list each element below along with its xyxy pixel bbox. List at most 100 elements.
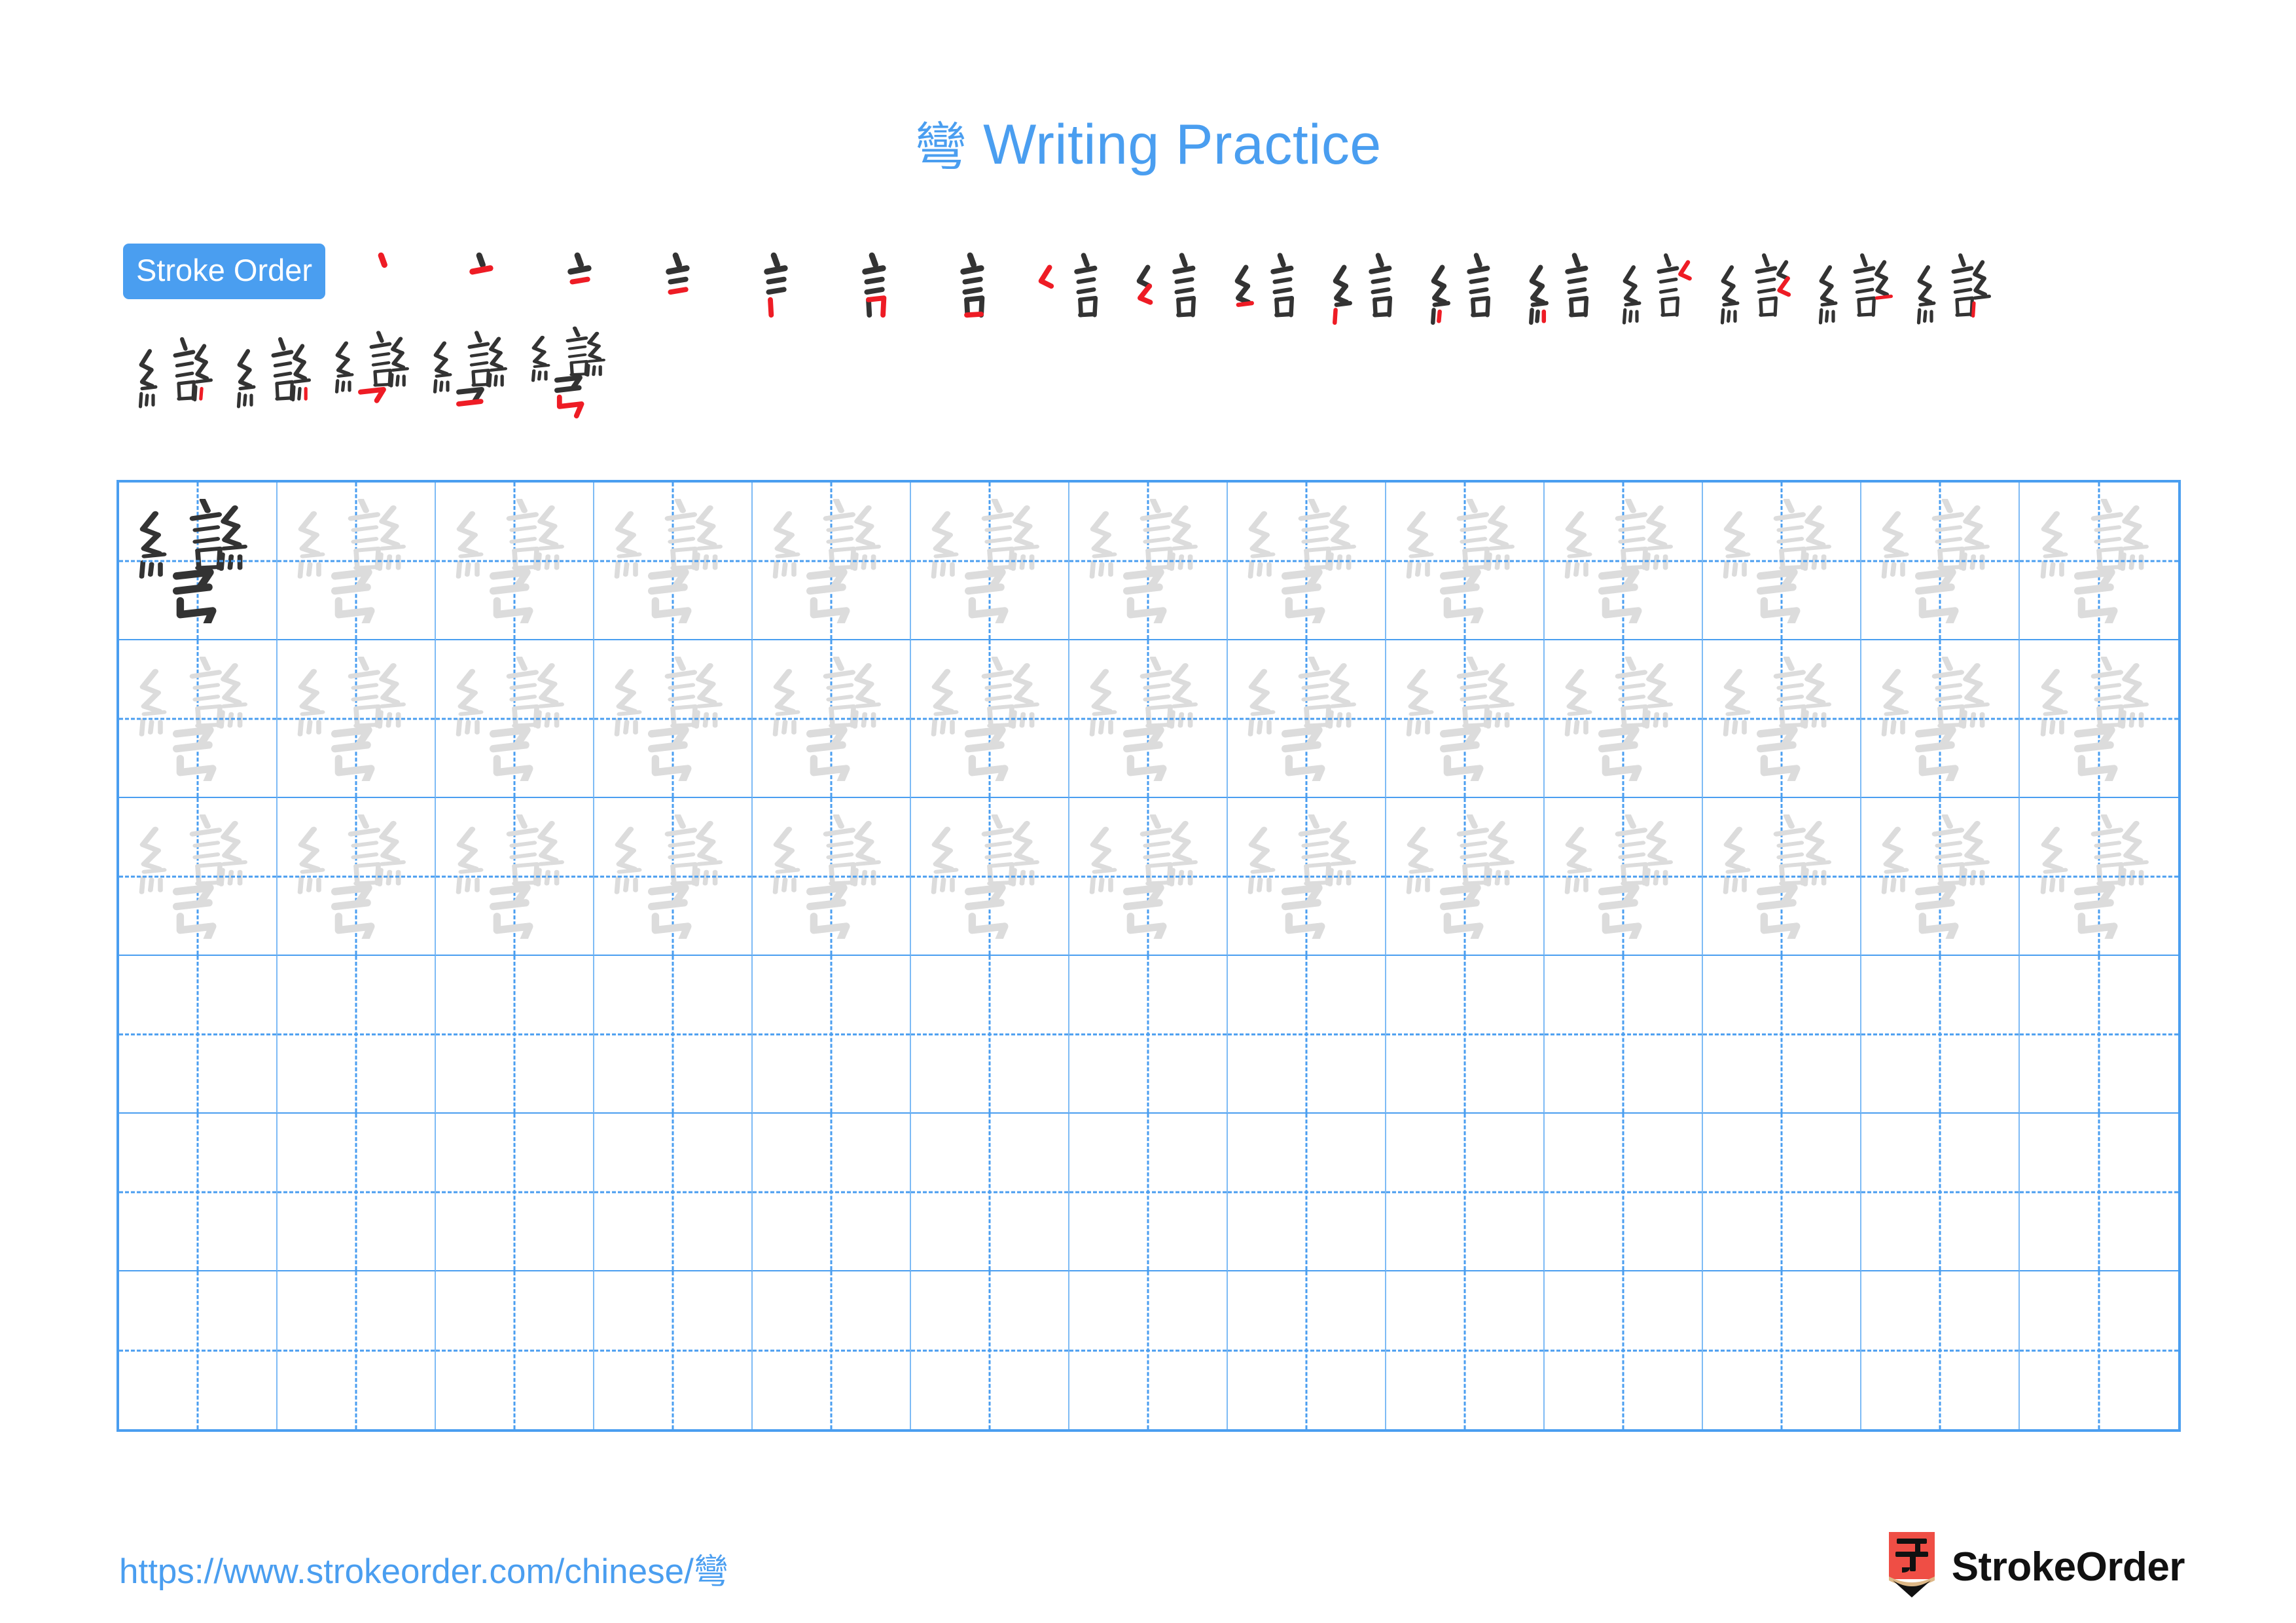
practice-cell-r4-c12[interactable] — [1861, 956, 2020, 1114]
practice-cell-r4-c5[interactable] — [753, 956, 911, 1114]
practice-cell-r1-c12[interactable] — [1861, 483, 2020, 640]
practice-cell-r2-c5[interactable] — [753, 640, 911, 798]
practice-cell-r3-c5[interactable] — [753, 798, 911, 956]
source-url-prefix: https://www.strokeorder.com/chinese/ — [119, 1552, 694, 1591]
practice-cell-r3-c8[interactable] — [1228, 798, 1386, 956]
practice-cell-r3-c2[interactable] — [278, 798, 436, 956]
practice-cell-r1-c13[interactable] — [2020, 483, 2178, 640]
stroke-order-badge: Stroke Order — [123, 244, 326, 299]
practice-cell-r2-c3[interactable] — [436, 640, 594, 798]
practice-cell-r1-c10[interactable] — [1545, 483, 1703, 640]
trace-character — [119, 640, 276, 797]
practice-cell-r1-c6[interactable] — [911, 483, 1069, 640]
practice-cell-r2-c13[interactable] — [2020, 640, 2178, 798]
practice-cell-r6-c8[interactable] — [1228, 1271, 1386, 1429]
practice-cell-r2-c12[interactable] — [1861, 640, 2020, 798]
practice-cell-r4-c6[interactable] — [911, 956, 1069, 1114]
practice-cell-r2-c7[interactable] — [1069, 640, 1228, 798]
worksheet-page: 彎 Writing Practice Stroke Order https://… — [0, 0, 2296, 1623]
practice-cell-r1-c2[interactable] — [278, 483, 436, 640]
practice-cell-r1-c11[interactable] — [1703, 483, 1861, 640]
practice-cell-r2-c1[interactable] — [119, 640, 278, 798]
practice-cell-r5-c13[interactable] — [2020, 1114, 2178, 1271]
practice-cell-r1-c7[interactable] — [1069, 483, 1228, 640]
practice-cell-r6-c10[interactable] — [1545, 1271, 1703, 1429]
practice-cell-r6-c4[interactable] — [594, 1271, 753, 1429]
practice-cell-r4-c8[interactable] — [1228, 956, 1386, 1114]
trace-character — [1069, 483, 1227, 639]
practice-cell-r1-c3[interactable] — [436, 483, 594, 640]
practice-cell-r3-c11[interactable] — [1703, 798, 1861, 956]
practice-cell-r3-c10[interactable] — [1545, 798, 1703, 956]
practice-cell-r3-c3[interactable] — [436, 798, 594, 956]
practice-cell-r4-c4[interactable] — [594, 956, 753, 1114]
stroke-step-8 — [1024, 244, 1122, 329]
practice-cell-r6-c9[interactable] — [1386, 1271, 1545, 1429]
source-url-character: 彎 — [693, 1552, 728, 1592]
practice-cell-r5-c11[interactable] — [1703, 1114, 1861, 1271]
practice-cell-r3-c6[interactable] — [911, 798, 1069, 956]
practice-cell-r1-c4[interactable] — [594, 483, 753, 640]
stroke-step-15 — [1712, 244, 1810, 329]
practice-cell-r4-c7[interactable] — [1069, 956, 1228, 1114]
practice-cell-r4-c3[interactable] — [436, 956, 594, 1114]
practice-cell-r4-c13[interactable] — [2020, 956, 2178, 1114]
trace-character — [1861, 483, 2018, 639]
practice-cell-r3-c9[interactable] — [1386, 798, 1545, 956]
practice-cell-r6-c6[interactable] — [911, 1271, 1069, 1429]
practice-cell-r1-c9[interactable] — [1386, 483, 1545, 640]
practice-cell-r3-c12[interactable] — [1861, 798, 2020, 956]
stroke-step-19 — [228, 327, 326, 412]
trace-character — [753, 640, 910, 797]
practice-cell-r2-c6[interactable] — [911, 640, 1069, 798]
trace-character — [594, 640, 751, 797]
practice-cell-r5-c3[interactable] — [436, 1114, 594, 1271]
practice-cell-r6-c11[interactable] — [1703, 1271, 1861, 1429]
practice-cell-r5-c8[interactable] — [1228, 1114, 1386, 1271]
practice-cell-r4-c9[interactable] — [1386, 956, 1545, 1114]
practice-cell-r2-c8[interactable] — [1228, 640, 1386, 798]
practice-cell-r4-c2[interactable] — [278, 956, 436, 1114]
practice-cell-r5-c9[interactable] — [1386, 1114, 1545, 1271]
practice-cell-r1-c1[interactable] — [119, 483, 278, 640]
practice-cell-r6-c3[interactable] — [436, 1271, 594, 1429]
practice-cell-r2-c11[interactable] — [1703, 640, 1861, 798]
stroke-step-21 — [424, 327, 522, 412]
practice-cell-r3-c7[interactable] — [1069, 798, 1228, 956]
page-title-text: Writing Practice — [967, 113, 1382, 176]
practice-cell-r4-c1[interactable] — [119, 956, 278, 1114]
practice-cell-r5-c5[interactable] — [753, 1114, 911, 1271]
practice-cell-r6-c13[interactable] — [2020, 1271, 2178, 1429]
practice-cell-r5-c10[interactable] — [1545, 1114, 1703, 1271]
stroke-order-row-1: Stroke Order — [123, 244, 2185, 325]
practice-cell-r3-c1[interactable] — [119, 798, 278, 956]
practice-cell-r5-c2[interactable] — [278, 1114, 436, 1271]
practice-cell-r3-c13[interactable] — [2020, 798, 2178, 956]
practice-cell-r5-c4[interactable] — [594, 1114, 753, 1271]
practice-cell-r5-c7[interactable] — [1069, 1114, 1228, 1271]
practice-cell-r6-c7[interactable] — [1069, 1271, 1228, 1429]
stroke-step-4 — [632, 244, 730, 329]
practice-cell-r5-c1[interactable] — [119, 1114, 278, 1271]
practice-cell-r2-c2[interactable] — [278, 640, 436, 798]
practice-cell-r6-c1[interactable] — [119, 1271, 278, 1429]
practice-cell-r5-c12[interactable] — [1861, 1114, 2020, 1271]
practice-cell-r6-c5[interactable] — [753, 1271, 911, 1429]
practice-cell-r1-c8[interactable] — [1228, 483, 1386, 640]
stroke-step-3 — [533, 244, 632, 329]
practice-cell-r6-c12[interactable] — [1861, 1271, 2020, 1429]
source-url-link[interactable]: https://www.strokeorder.com/chinese/彎 — [119, 1544, 728, 1594]
practice-cell-r4-c10[interactable] — [1545, 956, 1703, 1114]
trace-character — [2020, 798, 2178, 955]
trace-character — [1069, 640, 1227, 797]
trace-character — [911, 798, 1068, 955]
practice-cell-r2-c10[interactable] — [1545, 640, 1703, 798]
practice-cell-r3-c4[interactable] — [594, 798, 753, 956]
practice-cell-r5-c6[interactable] — [911, 1114, 1069, 1271]
practice-cell-r2-c9[interactable] — [1386, 640, 1545, 798]
practice-cell-r4-c11[interactable] — [1703, 956, 1861, 1114]
trace-character — [1861, 798, 2018, 955]
practice-cell-r1-c5[interactable] — [753, 483, 911, 640]
practice-cell-r6-c2[interactable] — [278, 1271, 436, 1429]
practice-cell-r2-c4[interactable] — [594, 640, 753, 798]
